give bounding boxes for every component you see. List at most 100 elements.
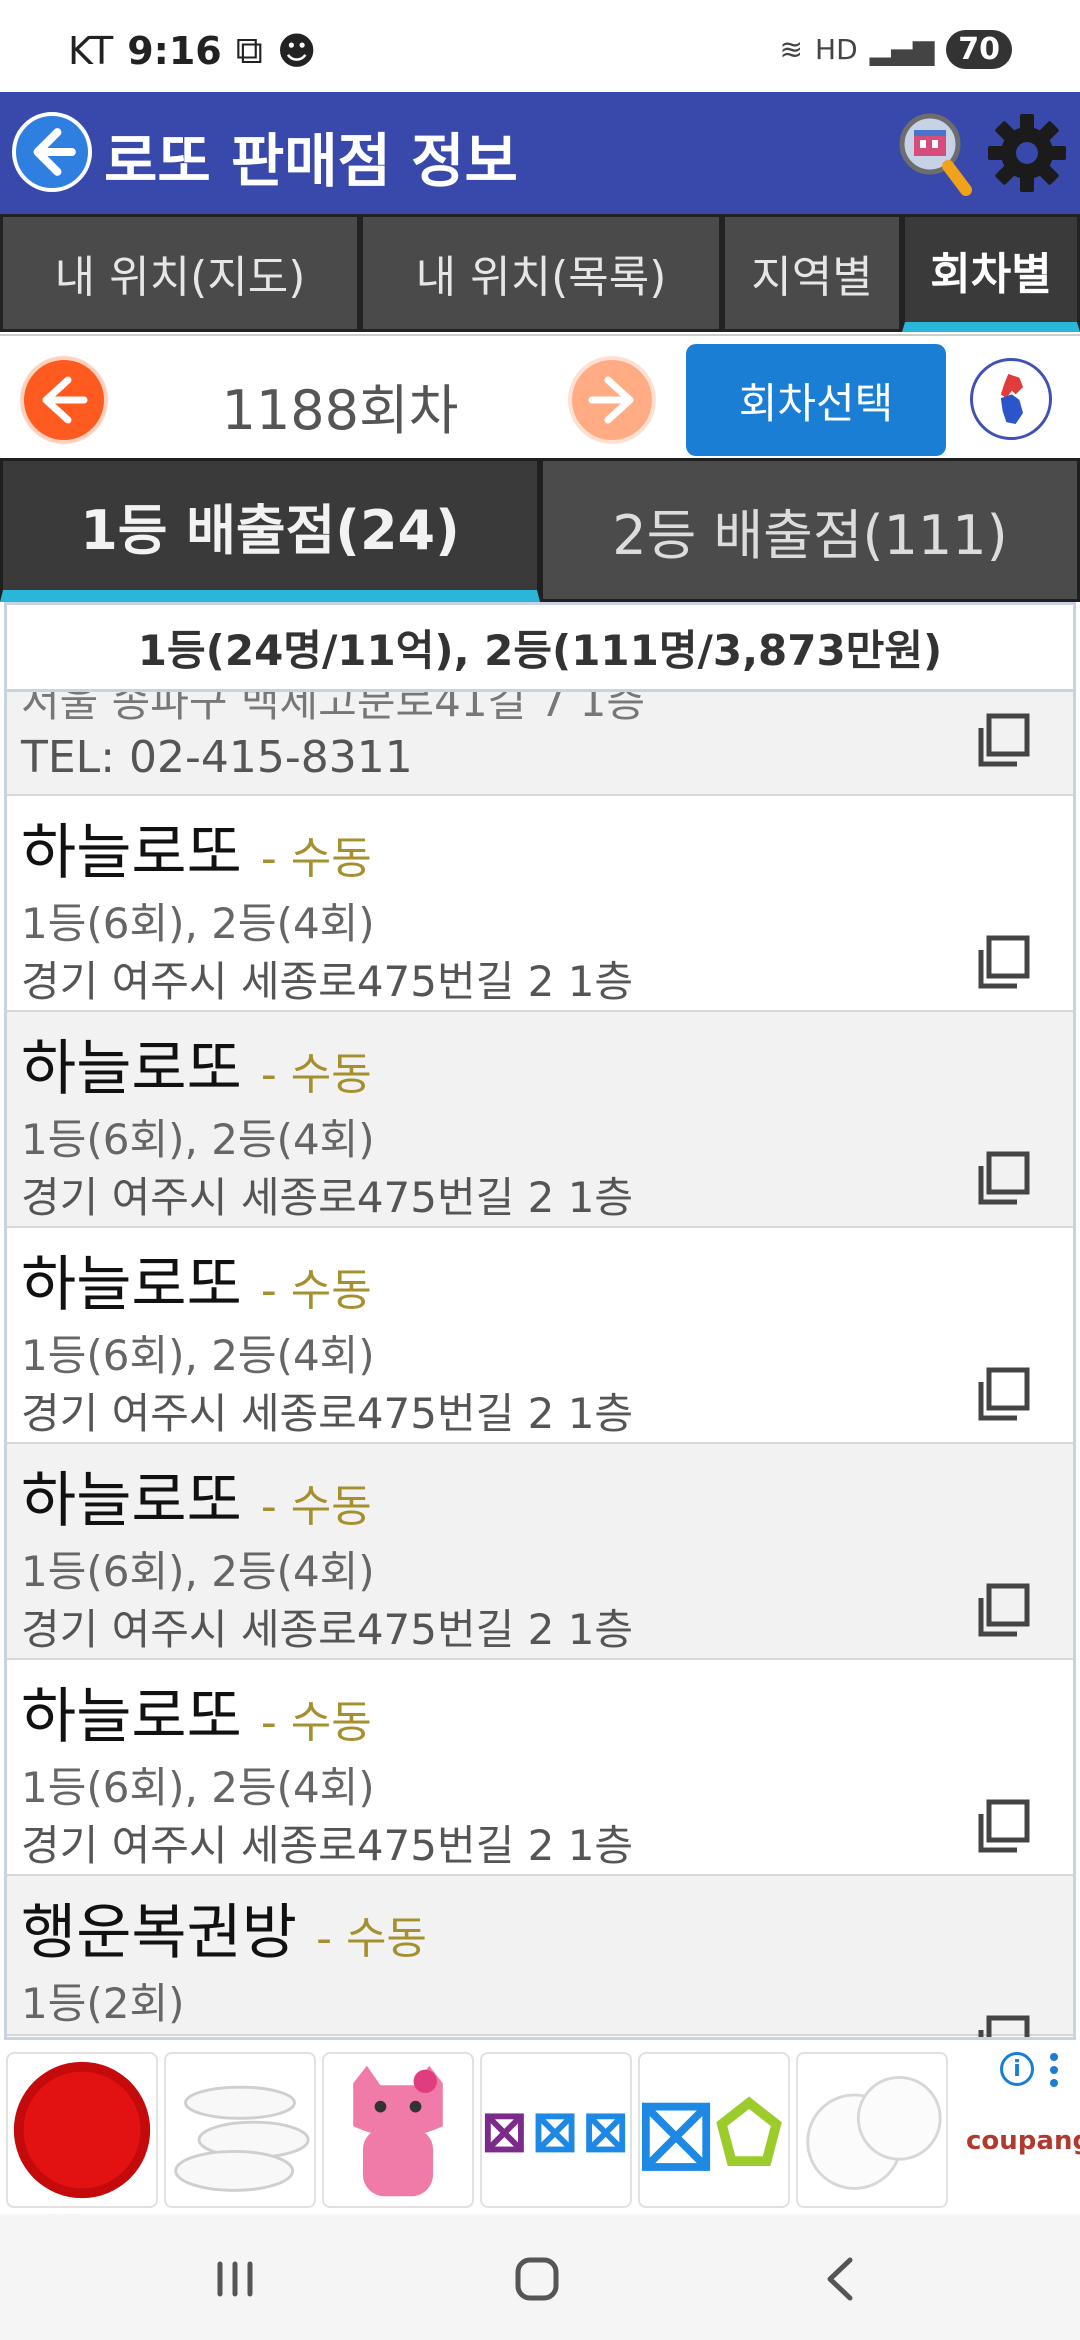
list-item[interactable]: 서울 송파구 백제고분로41길 7 1층 TEL: 02-415-8311 [7,692,1073,796]
list-item[interactable]: 하늘로또 - 수동 1등(6회), 2등(4회) 경기 여주시 세종로475번길… [7,1228,1073,1444]
copy-button[interactable] [973,1580,1033,1640]
recent-apps-icon [217,2261,253,2297]
app-bar: 로또 판매점 정보 [0,92,1080,214]
copy-button[interactable] [973,2012,1033,2037]
hd-icon: HD [815,33,858,66]
back-button[interactable] [12,112,92,192]
page-title: 로또 판매점 정보 [104,127,518,195]
copy-icon [978,1799,1030,1853]
screenshot-icon: ⧉ [235,28,263,72]
trivet-set-image [641,2096,782,2171]
store-list[interactable]: 서울 송파구 백제고분로41길 7 1층 TEL: 02-415-8311 하늘… [4,692,1076,2040]
main-tabs: 내 위치(지도) 내 위치(목록) 지역별 회차별 [0,214,1080,332]
previous-round-button[interactable] [20,356,108,444]
tab-second-prize-stores[interactable]: 2등 배출점(111) [540,458,1080,602]
ad-info-icon[interactable]: i [1000,2052,1034,2086]
store-wins: 1등(2회) [21,1979,185,2028]
round-selector: 1188회차 회차선택 [0,334,1080,462]
tab-my-location-map[interactable]: 내 위치(지도) [0,214,360,332]
round-label: 1188회차 [221,379,459,442]
system-nav-bar [0,2214,1080,2340]
arrow-left-icon [42,376,88,424]
store-type: - 수동 [260,1265,372,1316]
ad-product-dotted-plates[interactable] [796,2052,948,2208]
trivets-image [484,2113,626,2153]
store-type: - 수동 [260,1049,372,1100]
copy-icon [978,1367,1030,1421]
korea-map-icon [1000,373,1024,425]
gear-icon [988,114,1066,192]
status-bar: KT 9:16 ⧉ ☻ ≋ HD ▂▄▆ 70 [0,0,1080,92]
ad-product-trivets[interactable] [480,2052,632,2208]
tab-first-prize-stores[interactable]: 1등 배출점(24) [0,458,540,602]
copy-icon [978,1583,1030,1637]
copy-button[interactable] [973,1364,1033,1424]
copy-icon [978,2015,1030,2037]
more-vert-icon[interactable] [1048,2052,1060,2088]
store-wins: 1등(6회), 2등(4회) [21,1547,375,1596]
store-address: 경기 여주시 세종로475번길 2 1층 [21,957,634,1006]
battery-indicator: 70 [946,30,1012,69]
copy-icon [978,713,1030,767]
recent-apps-button[interactable] [200,2244,270,2314]
store-address: 서울 송파구 백제고분로41길 7 1층 [21,692,645,726]
store-type: - 수동 [260,1481,372,1532]
store-name: 하늘로또 [21,1250,242,1320]
store-search-icon [899,113,972,196]
store-address: 경기 여주시 세종로475번길 2 1층 [21,1605,634,1654]
store-name: 행운복권방 [21,1898,297,1968]
chevron-left-icon [827,2257,853,2301]
game-icon: ☻ [276,28,317,73]
select-round-button[interactable]: 회차선택 [686,344,946,456]
ad-banner[interactable]: i coupang [0,2046,1080,2214]
list-item[interactable]: 행운복권방 - 수동 1등(2회) [7,1876,1073,2037]
store-address: 경기 여주시 세종로475번길 2 1층 [21,1389,634,1438]
store-wins: 1등(6회), 2등(4회) [21,1115,375,1164]
ad-product-white-plates[interactable] [164,2052,316,2208]
arrow-left-icon [33,128,76,176]
settings-button[interactable] [984,110,1070,196]
list-item[interactable]: 하늘로또 - 수동 1등(6회), 2등(4회) 경기 여주시 세종로475번길… [7,796,1073,1012]
store-wins: 1등(6회), 2등(4회) [21,1331,375,1380]
copy-button[interactable] [973,1796,1033,1856]
ad-product-trivet-set[interactable] [638,2052,790,2208]
store-type: - 수동 [260,833,372,884]
copy-icon [978,1151,1030,1205]
list-item[interactable]: 하늘로또 - 수동 1등(6회), 2등(4회) 경기 여주시 세종로475번길… [7,1660,1073,1876]
store-type: - 수동 [316,1913,427,1964]
tab-my-location-list[interactable]: 내 위치(목록) [360,214,722,332]
white-plates-image [174,2085,310,2192]
store-name: 하늘로또 [21,818,242,888]
ad-brand-logo[interactable]: coupang [966,2126,1080,2156]
dotted-plates-image [806,2075,942,2190]
home-button[interactable] [502,2244,572,2314]
store-address: 경기 여주시 세종로475번길 2 1층 [21,1173,634,1222]
copy-button[interactable] [973,1148,1033,1208]
red-plate-image [13,2061,151,2199]
rank-tabs: 1등 배출점(24) 2등 배출점(111) [0,458,1080,602]
store-name: 하늘로또 [21,1034,242,1104]
arrow-right-icon [588,376,634,424]
store-search-button[interactable] [896,110,972,196]
copy-button[interactable] [973,932,1033,992]
ad-product-red-plate[interactable] [6,2052,158,2208]
korea-map-button[interactable] [970,358,1052,440]
ad-product-kitty-figure[interactable] [322,2052,474,2208]
store-address: 경기 여주시 세종로475번길 2 1층 [21,1821,634,1870]
wifi-icon: ≋ [779,33,804,66]
copy-icon [978,935,1030,989]
store-wins: 1등(6회), 2등(4회) [21,899,375,948]
store-phone: TEL: 02-415-8311 [21,732,413,783]
copy-button[interactable] [973,710,1033,770]
signal-icon: ▂▄▆ [869,33,935,66]
back-nav-button[interactable] [806,2244,876,2314]
clock: 9:16 [127,28,222,73]
list-item[interactable]: 하늘로또 - 수동 1등(6회), 2등(4회) 경기 여주시 세종로475번길… [7,1444,1073,1660]
store-name: 하늘로또 [21,1466,242,1536]
tab-by-region[interactable]: 지역별 [722,214,902,332]
tab-by-round[interactable]: 회차별 [902,214,1080,332]
prize-summary: 1등(24명/11억), 2등(111명/3,873만원) [4,602,1076,692]
next-round-button[interactable] [568,356,656,444]
store-type: - 수동 [260,1697,372,1748]
list-item[interactable]: 하늘로또 - 수동 1등(6회), 2등(4회) 경기 여주시 세종로475번길… [7,1012,1073,1228]
